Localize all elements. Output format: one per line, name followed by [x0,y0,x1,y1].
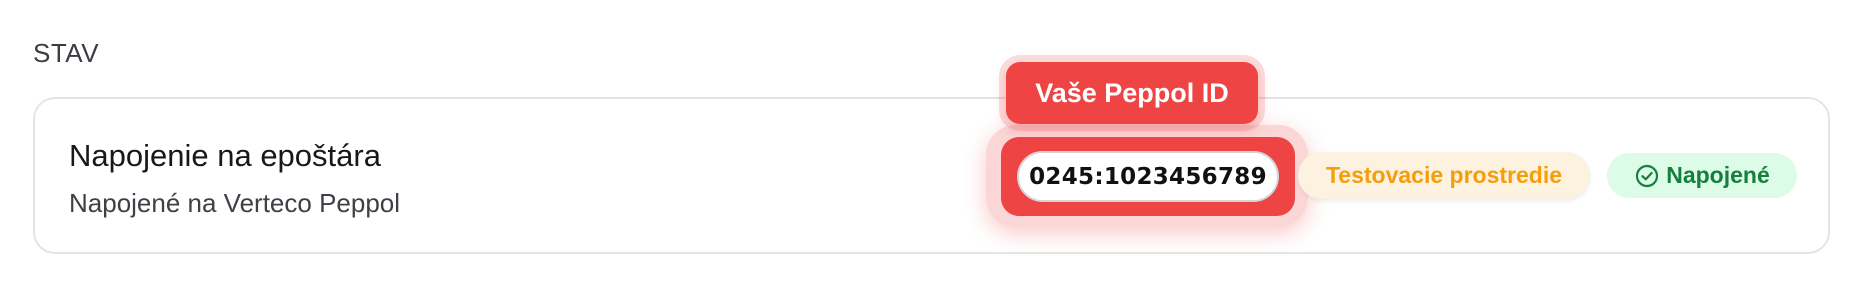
section-heading: STAV [33,38,100,68]
peppol-id-badge[interactable]: 0245:1023456789 [1017,151,1279,202]
connection-title: Napojenie na epoštára [69,138,381,173]
status-badge: Napojené [1607,153,1797,198]
connection-subtitle: Napojené na Verteco Peppol [69,188,401,218]
check-circle-icon [1634,163,1660,189]
peppol-id-callout: Vaše Peppol ID [1006,62,1258,124]
status-label: Napojené [1666,162,1770,188]
environment-badge: Testovacie prostredie [1298,152,1590,199]
